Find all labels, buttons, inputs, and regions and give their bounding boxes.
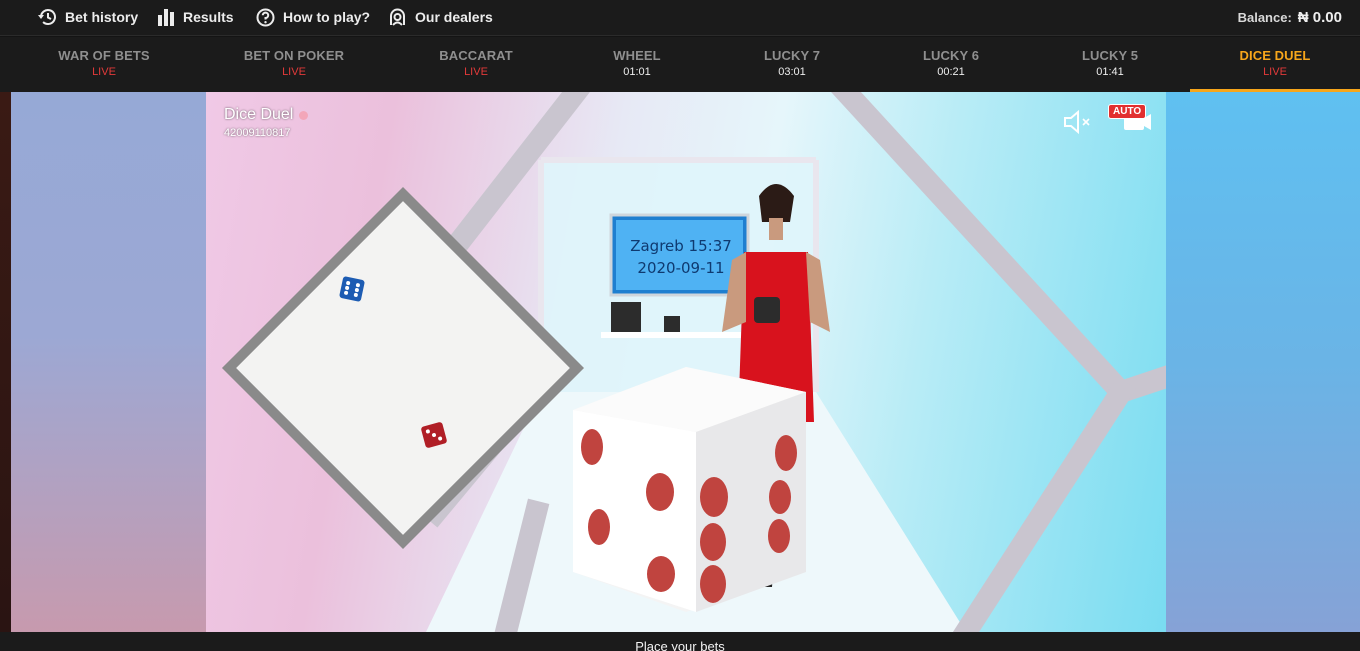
- top-bar: Bet history Results How to play? Our dea…: [0, 0, 1360, 36]
- tab-status: 03:01: [778, 66, 806, 78]
- tab-name: WAR OF BETS: [58, 48, 150, 63]
- tab-status: LIVE: [92, 66, 116, 78]
- round-id: 42009110817: [224, 127, 291, 139]
- monitor-date: 2020-09-11: [637, 259, 725, 277]
- tab-status: LIVE: [464, 66, 488, 78]
- how-to-play-label: How to play?: [283, 9, 371, 25]
- tab-baccarat[interactable]: BACCARAT LIVE: [391, 37, 561, 92]
- tab-wheel[interactable]: WHEEL 01:01: [552, 37, 722, 92]
- tab-name: WHEEL: [613, 48, 661, 63]
- tab-name: DICE DUEL: [1239, 48, 1311, 63]
- our-dealers-label: Our dealers: [415, 9, 493, 25]
- bet-history-label: Bet history: [65, 9, 139, 25]
- tab-dice-duel[interactable]: DICE DUEL LIVE: [1190, 37, 1360, 92]
- dealer-icon: [388, 8, 407, 27]
- studio-scene: [221, 92, 1166, 632]
- mute-button[interactable]: [1062, 109, 1096, 135]
- tab-bet-on-poker[interactable]: BET ON POKER LIVE: [209, 37, 379, 92]
- live-indicator-dot: [299, 110, 309, 120]
- tab-status: 01:41: [1096, 66, 1124, 78]
- live-video: Dice Duel 42009110817 Zagreb 15:37 2020-…: [206, 92, 1166, 632]
- tab-lucky-6[interactable]: LUCKY 6 00:21: [866, 37, 1036, 92]
- background-strip: [0, 92, 11, 632]
- how-to-play-link[interactable]: How to play?: [256, 0, 370, 34]
- tab-name: LUCKY 7: [763, 48, 821, 63]
- tab-lucky-7[interactable]: LUCKY 7 03:01: [707, 37, 877, 92]
- video-title: Dice Duel: [224, 106, 309, 124]
- balance-label: Balance:: [1237, 9, 1292, 25]
- camera-icon: [1106, 114, 1154, 138]
- speaker-muted-icon: [1062, 109, 1096, 139]
- question-circle-icon: [256, 8, 275, 27]
- tab-name: LUCKY 6: [922, 48, 980, 63]
- results-label: Results: [183, 9, 234, 25]
- game-title: Dice Duel: [224, 106, 294, 123]
- tab-status: 01:01: [623, 66, 651, 78]
- history-icon: [37, 8, 57, 26]
- tab-name: BET ON POKER: [243, 48, 345, 63]
- results-link[interactable]: Results: [157, 0, 234, 34]
- tab-name: LUCKY 5: [1081, 48, 1139, 63]
- studio-monitor: Zagreb 15:37 2020-09-11: [611, 235, 751, 279]
- status-bar: Place your bets: [0, 632, 1360, 651]
- bet-history-link[interactable]: Bet history: [37, 0, 138, 34]
- our-dealers-link[interactable]: Our dealers: [388, 0, 493, 34]
- tab-status: LIVE: [282, 66, 306, 78]
- camera-auto-button[interactable]: AUTO: [1106, 104, 1154, 134]
- background-left: [11, 92, 206, 632]
- status-message: Place your bets: [635, 639, 725, 651]
- auto-badge: AUTO: [1108, 104, 1147, 119]
- game-tabs: WAR OF BETS LIVE BET ON POKER LIVE BACCA…: [0, 37, 1360, 92]
- tab-status: LIVE: [1263, 66, 1287, 78]
- balance-value: ₦ 0.00: [1297, 8, 1342, 26]
- game-stage: Dice Duel 42009110817 Zagreb 15:37 2020-…: [0, 92, 1360, 632]
- balance: Balance: ₦ 0.00: [1238, 0, 1342, 34]
- monitor-city-time: Zagreb 15:37: [630, 237, 732, 255]
- bar-chart-icon: [157, 8, 175, 26]
- tab-war-of-bets[interactable]: WAR OF BETS LIVE: [19, 37, 189, 92]
- tab-name: BACCARAT: [439, 48, 513, 63]
- tab-lucky-5[interactable]: LUCKY 5 01:41: [1025, 37, 1195, 92]
- tab-status: 00:21: [937, 66, 965, 78]
- background-right: [1166, 92, 1360, 632]
